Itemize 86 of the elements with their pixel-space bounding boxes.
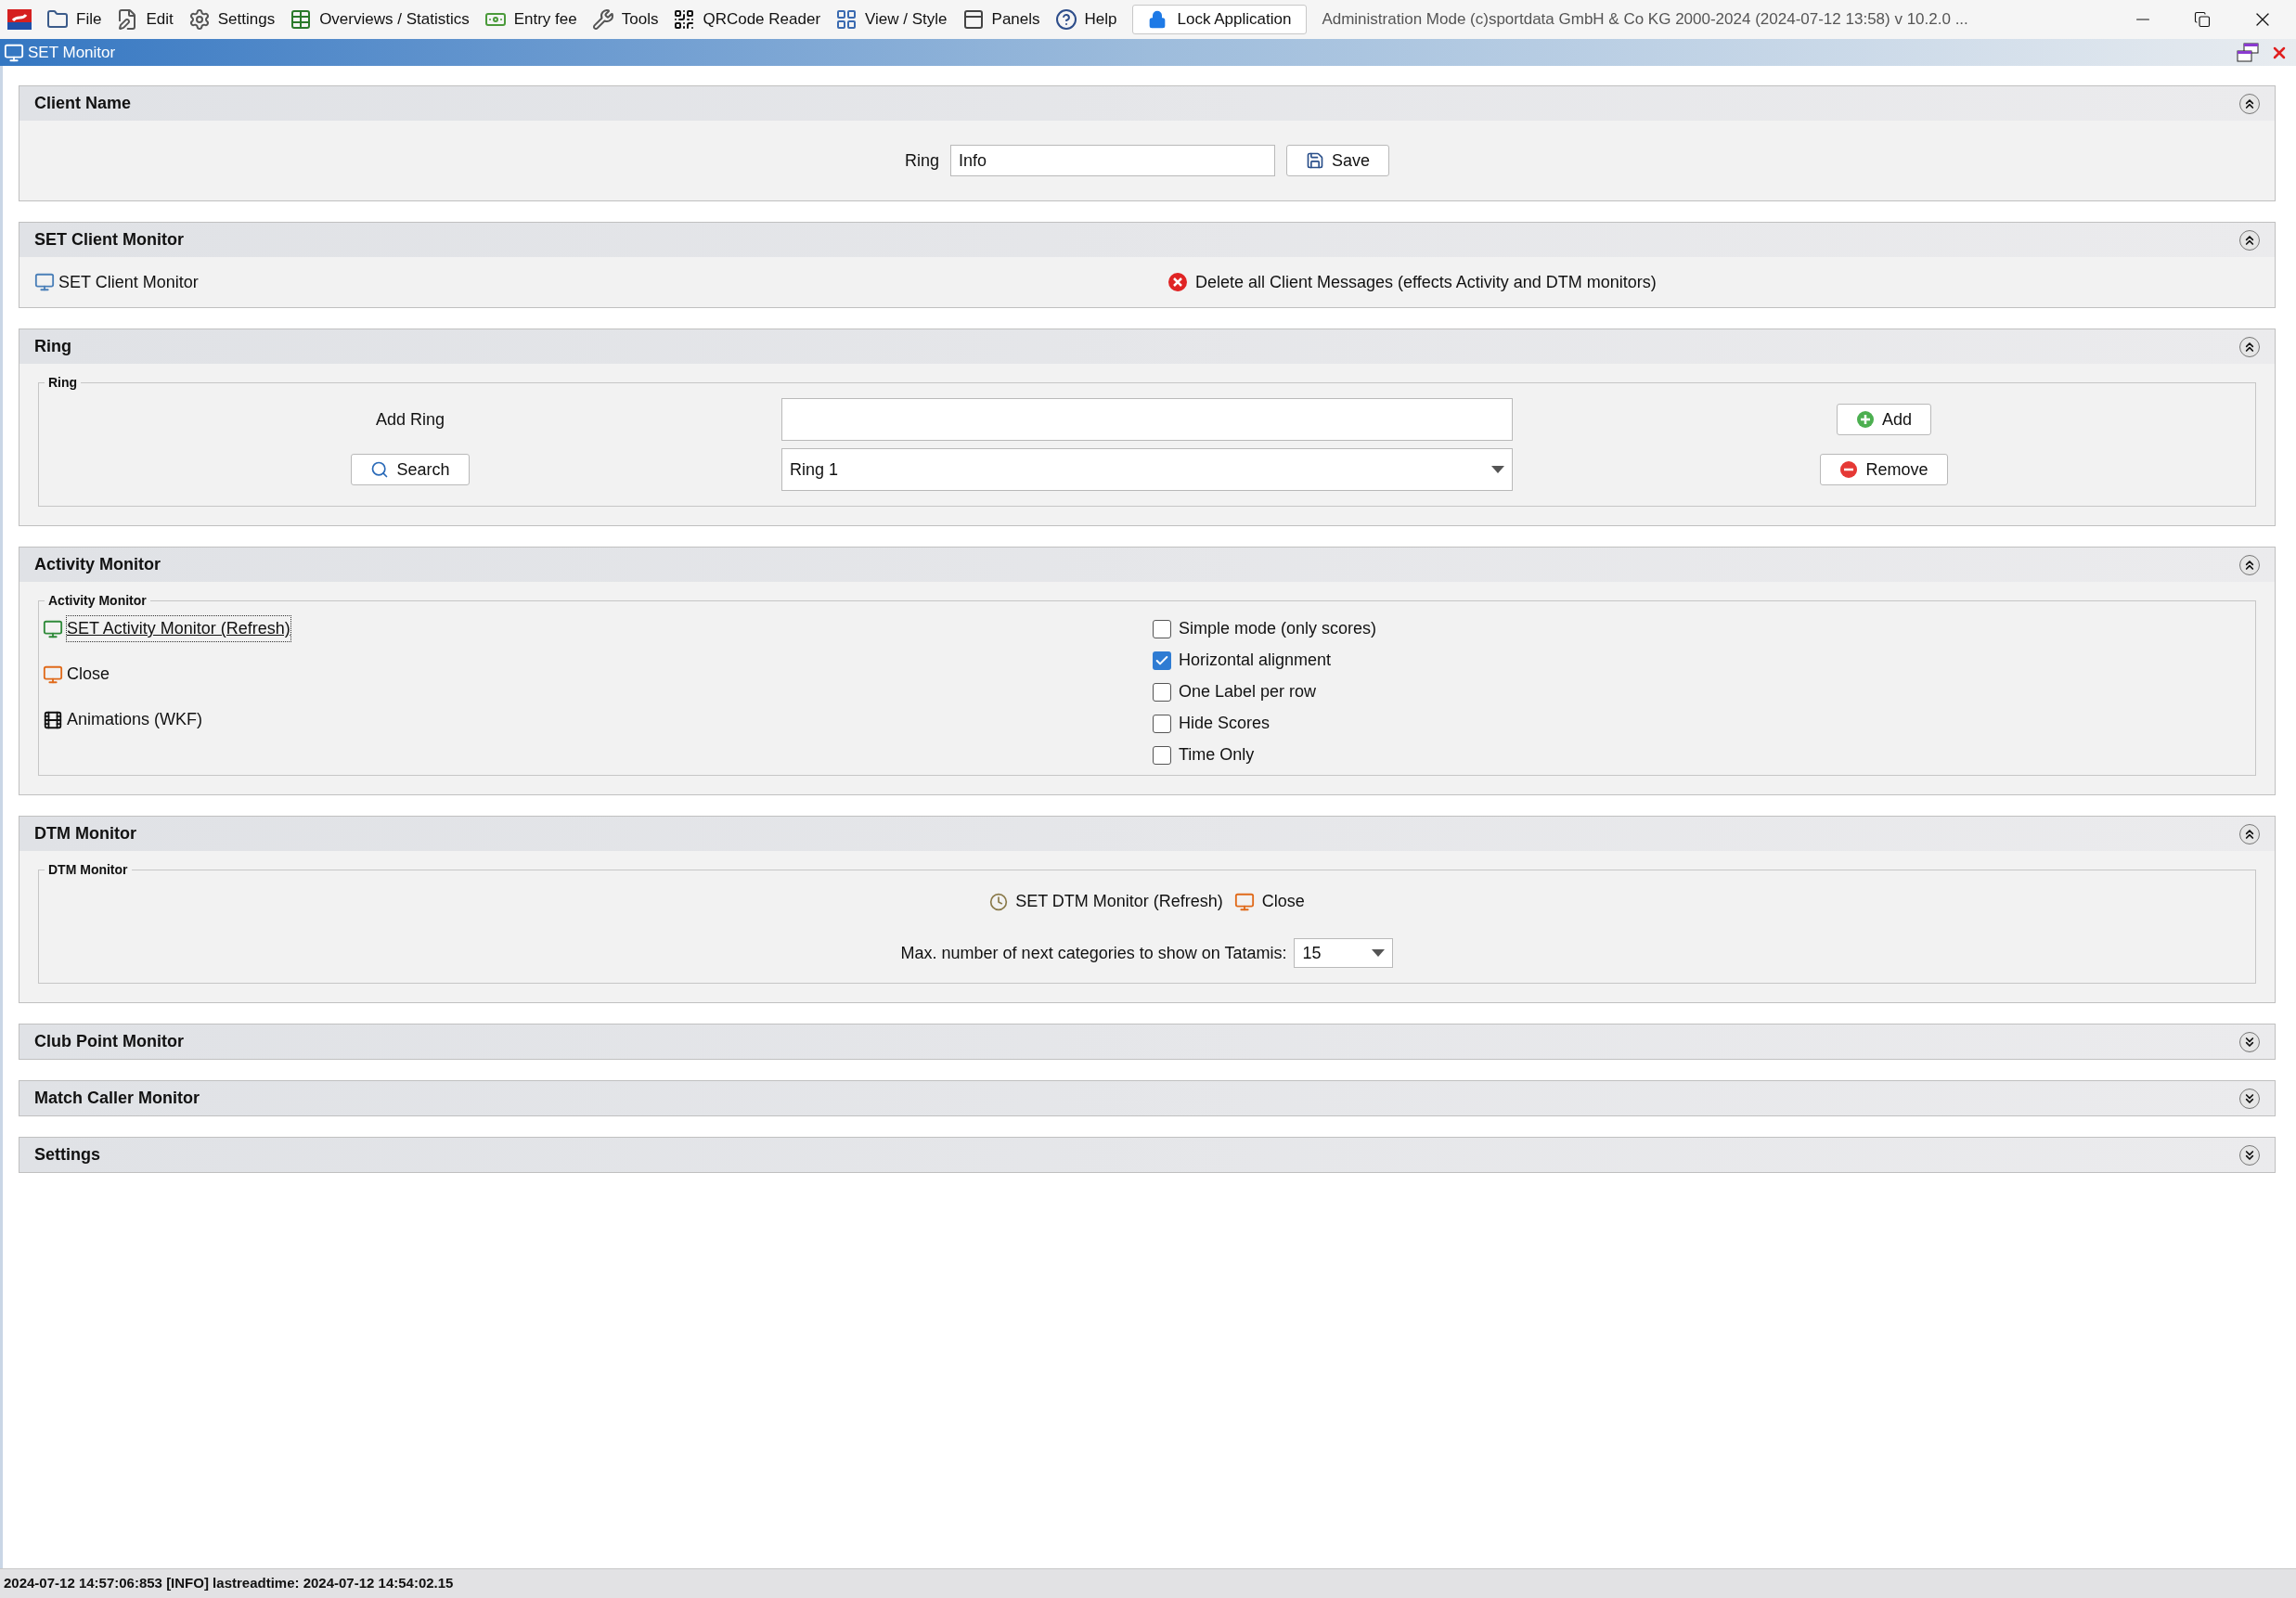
restore-icon[interactable] (2194, 11, 2211, 28)
checkbox[interactable] (1153, 619, 1171, 638)
collapse-toggle[interactable] (2239, 823, 2260, 844)
monitor-icon (43, 618, 63, 639)
windows-stack-icon[interactable] (2237, 42, 2259, 63)
ring-dropdown[interactable]: Ring 1 (781, 448, 1513, 491)
dtm-close-link[interactable]: Close (1233, 889, 1305, 914)
clock-icon (989, 892, 1009, 911)
menu-item[interactable]: Panels (961, 7, 1040, 32)
menu-item[interactable]: Tools (591, 7, 659, 32)
section-title[interactable]: Club Point Monitor (34, 1029, 184, 1054)
max-categories-dropdown[interactable]: 15 (1294, 938, 1394, 968)
remove-button[interactable]: Remove (1820, 454, 1948, 485)
menu-item[interactable]: Edit (116, 7, 174, 32)
checkbox[interactable] (1153, 682, 1171, 702)
section-title[interactable]: Client Name (34, 91, 132, 116)
menu-item[interactable]: File (46, 7, 102, 32)
folder-icon (46, 8, 69, 31)
menu-item[interactable]: Entry fee (484, 7, 577, 32)
monitor-link[interactable]: SET Activity Monitor (Refresh) (67, 616, 290, 641)
client-monitor-link[interactable]: SET Client Monitor (34, 269, 1167, 295)
dropdown-caret-icon (1491, 466, 1504, 473)
checkbox[interactable] (1153, 714, 1171, 733)
monitor-icon (34, 272, 55, 292)
collapse-toggle[interactable] (2239, 1031, 2260, 1052)
menu-item[interactable]: Settings (187, 7, 276, 32)
panel-icon (961, 8, 985, 31)
checkbox-label: Simple mode (only scores) (1179, 618, 1377, 639)
add-button[interactable]: Add (1837, 404, 1931, 435)
save-icon (1306, 151, 1324, 170)
group-label: Activity Monitor (45, 592, 150, 609)
app-title: Administration Mode (c)sportdata GmbH & Co KG 2000-2024 (2024-07-12 13:58) v 10.2.0 ... (1322, 9, 1968, 31)
field-label: Ring (904, 149, 939, 172)
checkbox-label: Time Only (1179, 744, 1255, 766)
collapse-toggle[interactable] (2239, 229, 2260, 251)
add-ring-field[interactable] (781, 398, 1513, 441)
delete-messages-link[interactable]: Delete all Client Messages (effects Activity and DTM monitors) (1167, 269, 2260, 295)
checkbox-label: One Label per row (1179, 681, 1317, 702)
section-title[interactable]: SET Client Monitor (34, 227, 184, 252)
monitor-link[interactable]: Animations (WKF) (67, 707, 203, 732)
qr-code-icon (673, 8, 696, 31)
monitor-icon (43, 664, 63, 685)
monitor-icon (4, 42, 24, 63)
save-button[interactable]: Save (1286, 145, 1390, 176)
window-title: SET Monitor (28, 42, 116, 63)
section-title[interactable]: Match Caller Monitor (34, 1086, 200, 1111)
checkbox-label: Hide Scores (1179, 713, 1271, 734)
search-button[interactable]: Search (351, 454, 470, 485)
section-title[interactable]: DTM Monitor (34, 821, 136, 846)
table-icon (290, 8, 313, 31)
collapse-toggle[interactable] (2239, 1088, 2260, 1109)
gear-icon (187, 8, 211, 31)
wrench-icon (591, 8, 614, 31)
collapse-toggle[interactable] (2239, 1144, 2260, 1166)
menu-item[interactable]: QRCode Reader (673, 7, 821, 32)
monitor-icon (1233, 891, 1255, 912)
minus-circle-icon (1839, 460, 1859, 479)
section-title[interactable]: Activity Monitor (34, 552, 161, 577)
lock-icon (1147, 10, 1167, 29)
section-title[interactable]: Settings (34, 1142, 100, 1167)
animation-icon (43, 709, 63, 730)
collapse-toggle[interactable] (2239, 93, 2260, 114)
menu-item[interactable]: Overviews / Statistics (290, 7, 470, 32)
collapse-toggle[interactable] (2239, 336, 2260, 357)
menu-item[interactable]: View / Style (835, 7, 948, 32)
search-icon (370, 460, 390, 479)
help-icon (1054, 8, 1077, 31)
dropdown-caret-icon (1372, 949, 1386, 957)
dtm-refresh-link[interactable]: SET DTM Monitor (Refresh) (989, 889, 1223, 914)
section-title[interactable]: Ring (34, 334, 71, 359)
checkbox-label: Horizontal alignment (1179, 650, 1332, 671)
ring-name-field[interactable]: Info (950, 145, 1275, 176)
delete-icon (1167, 272, 1188, 292)
monitor-link[interactable]: Close (67, 662, 110, 687)
field-label: Max. number of next categories to show on Tatamis: (900, 942, 1287, 964)
status-text: 2024-07-12 14:57:06:853 [INFO] lastreadtime: 2024-07-12 14:54:02.15 (4, 1574, 454, 1593)
field-label: Add Ring (375, 408, 445, 431)
group-label: Ring (45, 374, 82, 391)
collapse-toggle[interactable] (2239, 554, 2260, 575)
checkbox[interactable] (1153, 745, 1171, 765)
grid-icon (835, 8, 858, 31)
app-logo-icon (7, 9, 32, 30)
lock-application-button[interactable]: Lock Application (1131, 5, 1308, 34)
menu-item[interactable]: Help (1054, 7, 1117, 32)
plus-circle-icon (1856, 410, 1875, 429)
checkbox[interactable] (1153, 651, 1171, 670)
